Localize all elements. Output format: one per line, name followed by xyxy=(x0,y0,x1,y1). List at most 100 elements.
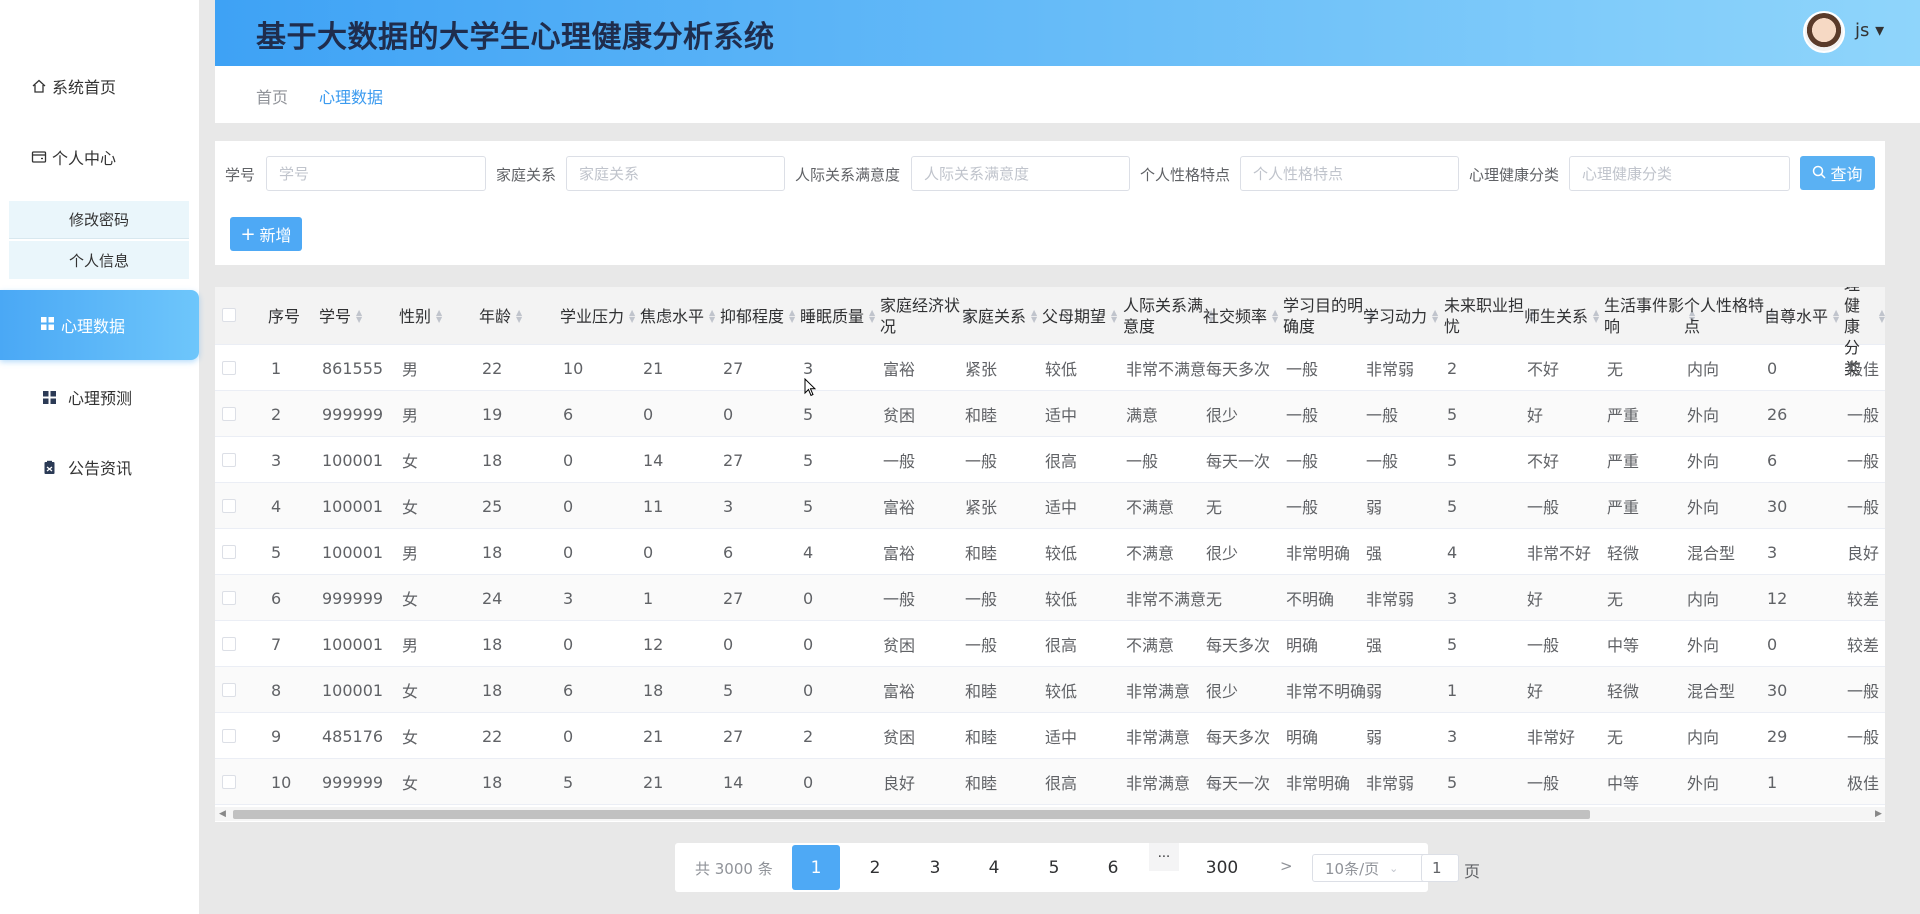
table-row[interactable]: 1 861555 男 22 10 21 27 3 富裕 紧张 较低 非常不满意 每天多次 一般 非常弱 2 不好… xyxy=(215,345,1885,391)
add-button[interactable]: + 新增 xyxy=(230,217,302,251)
row-checkbox[interactable] xyxy=(222,407,236,421)
sort-icon[interactable]: ▲ ▼ xyxy=(789,309,795,324)
column-header[interactable]: 父母期望 ▲ ▼ xyxy=(1042,287,1117,345)
page-button[interactable]: 4 xyxy=(970,845,1018,890)
interpersonal-input[interactable] xyxy=(911,156,1130,191)
sidebar-item-psych-predict[interactable]: 心理预测 xyxy=(0,374,199,420)
column-header[interactable]: 学习动力 ▲ ▼ xyxy=(1363,287,1438,345)
sort-icon[interactable]: ▲ ▼ xyxy=(356,309,362,324)
sort-icon[interactable]: ▲ ▼ xyxy=(1111,309,1117,324)
table-row[interactable]: 7 100001 男 18 0 12 0 0 贫困 一般 很高 不满意 每天多次 明确 强 5 一般 中等 外向 0 较… xyxy=(215,621,1885,667)
row-checkbox[interactable] xyxy=(222,637,236,651)
page-button[interactable]: 2 xyxy=(851,845,899,890)
table-cell: 0 xyxy=(643,404,654,424)
table-cell: 一般 xyxy=(965,590,998,609)
row-checkbox[interactable] xyxy=(222,591,236,605)
table-cell: 良好 xyxy=(883,774,916,793)
sort-icon[interactable]: ▲ ▼ xyxy=(709,309,715,324)
page-size-select[interactable]: 10条/页 ⌄ xyxy=(1312,854,1428,882)
row-checkbox[interactable] xyxy=(222,453,236,467)
page-button[interactable]: 1 xyxy=(792,845,840,890)
table-row[interactable]: 10 999999 女 18 5 21 14 0 良好 和睦 很高 非常满意 每天一次 非常明确 非常弱 5 一… xyxy=(215,759,1885,805)
column-header[interactable]: 睡眠质量 ▲ ▼ xyxy=(800,287,875,345)
page-button-last[interactable]: 300 xyxy=(1198,845,1246,890)
column-header[interactable]: 师生关系 ▲ ▼ xyxy=(1524,287,1599,345)
table-cell: 4 xyxy=(271,496,282,516)
row-checkbox[interactable] xyxy=(222,775,236,789)
sort-icon[interactable]: ▲ ▼ xyxy=(1031,309,1037,324)
table-cell: 6 xyxy=(723,542,734,562)
row-checkbox[interactable] xyxy=(222,499,236,513)
family-input[interactable] xyxy=(566,156,785,191)
breadcrumb-home[interactable]: 首页 xyxy=(256,84,288,108)
column-header[interactable]: 社交频率 ▲ ▼ xyxy=(1203,287,1278,345)
query-button[interactable]: 查询 xyxy=(1800,156,1875,190)
sidebar-item-notice[interactable]: 公告资讯 xyxy=(0,444,199,490)
column-header[interactable]: 学号 ▲ ▼ xyxy=(319,287,362,345)
page-button[interactable]: 3 xyxy=(911,845,959,890)
column-header[interactable]: 性别 ▲ ▼ xyxy=(399,287,442,345)
sort-icon[interactable]: ▲ ▼ xyxy=(629,309,635,324)
sort-icon[interactable]: ▲ ▼ xyxy=(1879,309,1885,324)
sidebar-item-personal-info[interactable]: 个人信息 xyxy=(9,241,189,279)
table-row[interactable]: 8 100001 女 18 6 18 5 0 富裕 和睦 较低 非常满意 很少 非常不明确弱 1 好 轻微 混合型… xyxy=(215,667,1885,713)
sidebar-item-personal-center[interactable]: 个人中心 xyxy=(0,134,199,180)
goto-page-input[interactable]: 1 xyxy=(1421,854,1459,882)
table-row[interactable]: 4 100001 女 25 0 11 3 5 富裕 紧张 适中 不满意 无 一般 弱 5 一般 严重 外向 30 一般 xyxy=(215,483,1885,529)
sidebar-item-home[interactable]: 系统首页 xyxy=(0,63,199,109)
scroll-right-icon[interactable]: ▶ xyxy=(1875,809,1882,819)
more-pages-button[interactable]: ··· xyxy=(1149,843,1179,871)
table-cell: 100001 xyxy=(322,496,384,516)
row-checkbox[interactable] xyxy=(222,683,236,697)
page-button[interactable]: 6 xyxy=(1089,845,1137,890)
table-cell: 14 xyxy=(643,450,664,470)
table-row[interactable]: 5 100001 男 18 0 0 6 4 富裕 和睦 较低 不满意 很少 非常明确强 4 非常不好 轻微 混合型… xyxy=(215,529,1885,575)
scrollbar-thumb[interactable] xyxy=(233,810,1590,819)
sort-icon[interactable]: ▲ ▼ xyxy=(869,309,875,324)
column-header[interactable]: 自尊水平 ▲ ▼ xyxy=(1764,287,1839,345)
sort-icon[interactable]: ▲ ▼ xyxy=(1833,309,1839,324)
select-all-checkbox[interactable] xyxy=(222,308,236,322)
health-input[interactable] xyxy=(1569,156,1790,191)
row-checkbox[interactable] xyxy=(222,545,236,559)
student-id-input[interactable] xyxy=(266,156,486,191)
row-checkbox[interactable] xyxy=(222,729,236,743)
column-header[interactable]: 学业压力 ▲ ▼ xyxy=(560,287,635,345)
column-header[interactable]: 未来职业担忧 ▲ ▼ xyxy=(1444,287,1535,345)
table-cell: 3 xyxy=(1447,588,1458,608)
horizontal-scrollbar[interactable]: ◀ ▶ xyxy=(215,807,1885,821)
next-page-button[interactable]: > xyxy=(1280,857,1293,875)
sort-icon[interactable]: ▲ ▼ xyxy=(1432,309,1438,324)
column-header[interactable]: 学习目的明确度 ▲ ▼ xyxy=(1283,287,1374,345)
table-cell: 11 xyxy=(643,496,664,516)
column-header[interactable]: 家庭关系 ▲ ▼ xyxy=(962,287,1037,345)
column-header[interactable]: 序号 xyxy=(268,287,300,345)
table-row[interactable]: 6 999999 女 24 3 1 27 0 一般 一般 较低 非常不满意无不明确 非常弱 3 好无内向 12… xyxy=(215,575,1885,621)
column-header[interactable]: 个人性格特点 ▲ ▼ xyxy=(1684,287,1775,345)
sort-icon[interactable]: ▲ ▼ xyxy=(436,309,442,324)
sort-icon[interactable]: ▲ ▼ xyxy=(516,309,522,324)
personality-input[interactable] xyxy=(1240,156,1459,191)
scroll-left-icon[interactable]: ◀ xyxy=(219,809,226,819)
table-row[interactable]: 2 999999 男 19 6 0 0 5 贫困 和睦 适中 满意 很少 一般 一般 5 好严重 外向 26 一般 xyxy=(215,391,1885,437)
user-menu[interactable]: js ▾ xyxy=(1855,20,1884,41)
column-header[interactable]: 家庭经济状况 ▲ ▼ xyxy=(880,287,971,345)
sort-icon[interactable]: ▲ ▼ xyxy=(1593,309,1599,324)
table-cell: 一般 xyxy=(1527,498,1560,517)
table-cell: 较差 xyxy=(1847,636,1880,655)
page-button[interactable]: 5 xyxy=(1030,845,1078,890)
column-header[interactable]: 焦虑水平 ▲ ▼ xyxy=(640,287,715,345)
sidebar-item-psych-data[interactable]: 心理数据 xyxy=(0,290,199,360)
column-header[interactable]: 抑郁程度 ▲ ▼ xyxy=(720,287,795,345)
sidebar-item-change-password[interactable]: 修改密码 xyxy=(9,201,189,239)
sidebar-item-label: 个人信息 xyxy=(68,251,129,270)
column-header[interactable]: 心理健康分类▲▼ xyxy=(1844,287,1885,378)
column-header[interactable]: 年龄 ▲ ▼ xyxy=(479,287,522,345)
avatar[interactable] xyxy=(1803,11,1845,53)
column-header[interactable]: 人际关系满意度 ▲ ▼ xyxy=(1123,287,1214,345)
row-checkbox[interactable] xyxy=(222,361,236,375)
table-row[interactable]: 9 485176 女 22 0 21 27 2 贫困 和睦 适中 非常满意 每天多次 明确 弱 3 非常好 无 内向… xyxy=(215,713,1885,759)
column-header[interactable]: 生活事件影响 ▲ ▼ xyxy=(1604,287,1695,345)
sort-icon[interactable]: ▲ ▼ xyxy=(1272,309,1278,324)
table-row[interactable]: 3 100001 女 18 0 14 27 5 一般 一般 很高 一般 每天一次 一般 一般 5 不好 严重 外向 6… xyxy=(215,437,1885,483)
